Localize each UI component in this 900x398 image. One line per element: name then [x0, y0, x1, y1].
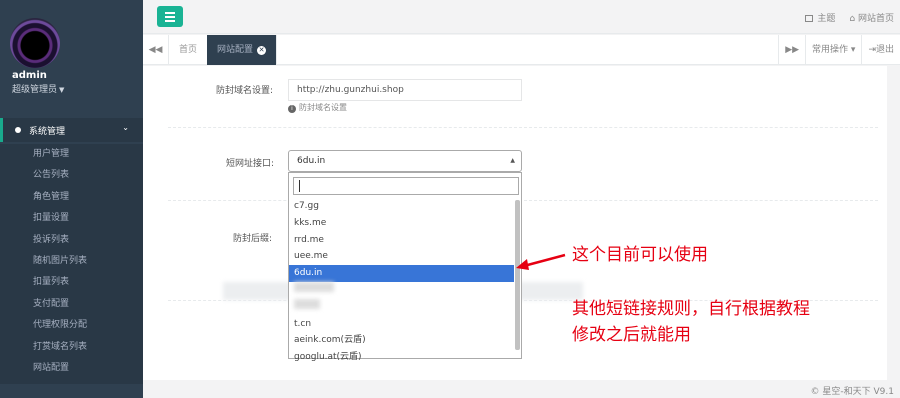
anti-block-suffix-label: 防封后缀: [233, 234, 273, 244]
sidebar-item-roles[interactable]: 角色管理 [0, 187, 143, 208]
main-content: 防封域名设置: http://zhu.gunzhui.shop i 防封域名设置 … [143, 66, 900, 380]
gear-icon [15, 127, 21, 133]
caret-down-icon: ▼ [59, 86, 65, 94]
theme-link[interactable]: 主题 [805, 11, 835, 24]
avatar[interactable] [10, 18, 60, 68]
dropdown-search-input[interactable] [293, 177, 519, 195]
redacted-area [294, 281, 334, 292]
sidebar-group-label: 系统管理 [29, 126, 66, 137]
dropdown-option[interactable]: kks.me [289, 215, 514, 232]
top-bar: 主题 ⌂ 网站首页 [143, 0, 900, 34]
dropdown-options: c7.gg kks.me rrd.me uee.me 6du.in t.cn a… [289, 198, 514, 366]
dropdown-scrollbar[interactable] [515, 200, 520, 350]
divider [168, 200, 878, 201]
sidebar-item-agent-permissions[interactable]: 代理权限分配 [0, 315, 143, 336]
logout-button[interactable]: ⇥退出 [861, 35, 900, 65]
tab-scroll-right-button[interactable]: ▶▶ [778, 35, 805, 65]
short-url-dropdown: c7.gg kks.me rrd.me uee.me 6du.in t.cn a… [288, 172, 522, 362]
red-arrow-icon [516, 253, 566, 270]
tab-scroll-left-button[interactable]: ◀◀ [143, 35, 169, 65]
block-domain-help-text: 防封域名设置 [299, 103, 347, 112]
sidebar-group-system[interactable]: 系统管理 ⌄ [0, 118, 143, 142]
home-link[interactable]: ⌂ 网站首页 [849, 11, 894, 24]
tab-site-config[interactable]: 网站配置 ✕ [207, 35, 278, 65]
dropdown-option[interactable]: rrd.me [289, 232, 514, 249]
annotation-note-other-rules: 其他短链接规则，自行根据教程 [572, 299, 810, 319]
sidebar-item-reward-domains[interactable]: 打赏域名列表 [0, 337, 143, 358]
dropdown-option-selected[interactable]: 6du.in [289, 265, 514, 282]
sidebar-submenu: 用户管理 公告列表 角色管理 扣量设置 投诉列表 随机图片列表 扣量列表 支付配… [0, 144, 143, 384]
tab-label: 首页 [179, 45, 198, 55]
tab-home[interactable]: 首页 [169, 35, 209, 65]
common-ops-label: 常用操作 [812, 45, 849, 55]
sidebar-item-announcements[interactable]: 公告列表 [0, 165, 143, 186]
logout-label: 退出 [875, 45, 894, 55]
redacted-area [294, 298, 320, 309]
info-icon: i [288, 105, 296, 113]
theme-icon [805, 15, 814, 22]
sidebar-item-deduction-list[interactable]: 扣量列表 [0, 272, 143, 293]
common-ops-dropdown[interactable]: 常用操作 ▾ [805, 35, 861, 65]
sidebar-item-complaints[interactable]: 投诉列表 [0, 230, 143, 251]
block-domain-help: i 防封域名设置 [288, 102, 347, 113]
annotation-note-usable: 这个目前可以使用 [572, 245, 708, 265]
menu-icon-line [165, 16, 175, 18]
sidebar-item-random-images[interactable]: 随机图片列表 [0, 251, 143, 272]
caret-up-icon: ▲ [510, 157, 515, 164]
chevron-down-icon: ⌄ [122, 123, 129, 132]
sidebar: admin 超级管理员 ▼ 系统管理 ⌄ 用户管理 公告列表 角色管理 扣量设置 … [0, 0, 143, 398]
dropdown-option-redacted[interactable] [289, 281, 514, 299]
dropdown-option[interactable]: c7.gg [289, 198, 514, 215]
sidebar-item-site-config[interactable]: 网站配置 [0, 358, 143, 379]
home-label: 网站首页 [857, 14, 894, 24]
block-domain-label: 防封域名设置: [216, 86, 274, 96]
short-url-selected: 6du.in [297, 156, 326, 166]
top-right-links: 主题 ⌂ 网站首页 [805, 11, 894, 24]
menu-icon-line [165, 12, 175, 14]
annotation-note-modify: 修改之后就能用 [572, 325, 691, 345]
close-icon[interactable]: ✕ [257, 46, 267, 55]
tab-label: 网站配置 [217, 45, 254, 55]
dropdown-option[interactable]: googlu.at(云盾) [289, 349, 514, 366]
dropdown-option[interactable]: aeink.com(云盾) [289, 332, 514, 349]
menu-toggle-button[interactable] [157, 6, 183, 27]
home-icon: ⌂ [849, 14, 858, 24]
short-url-label: 短网址接口: [226, 159, 275, 169]
tab-bar-right: ▶▶ 常用操作 ▾ ⇥退出 [778, 35, 900, 65]
tab-bar: ◀◀ 首页 网站配置 ✕ ▶▶ 常用操作 ▾ ⇥退出 [143, 35, 900, 65]
user-role-label: 超级管理员 [12, 85, 58, 95]
user-role-dropdown[interactable]: 超级管理员 ▼ [12, 82, 64, 95]
footer-copyright: © 星空-和天下 V9.1 [810, 387, 894, 397]
sidebar-item-users[interactable]: 用户管理 [0, 144, 143, 165]
user-name: admin [12, 70, 47, 81]
menu-icon-line [165, 20, 175, 22]
config-panel: 防封域名设置: http://zhu.gunzhui.shop i 防封域名设置 … [143, 66, 887, 380]
text-cursor [299, 180, 300, 192]
dropdown-option[interactable]: t.cn [289, 316, 514, 333]
dropdown-option-redacted[interactable] [289, 298, 514, 316]
block-domain-input[interactable]: http://zhu.gunzhui.shop [288, 79, 522, 101]
short-url-select[interactable]: 6du.in ▲ [288, 150, 522, 172]
dropdown-option[interactable]: uee.me [289, 248, 514, 265]
sidebar-item-deduction-settings[interactable]: 扣量设置 [0, 208, 143, 229]
sidebar-item-payment-config[interactable]: 支付配置 [0, 294, 143, 315]
divider [168, 127, 878, 128]
theme-label: 主题 [817, 14, 836, 24]
